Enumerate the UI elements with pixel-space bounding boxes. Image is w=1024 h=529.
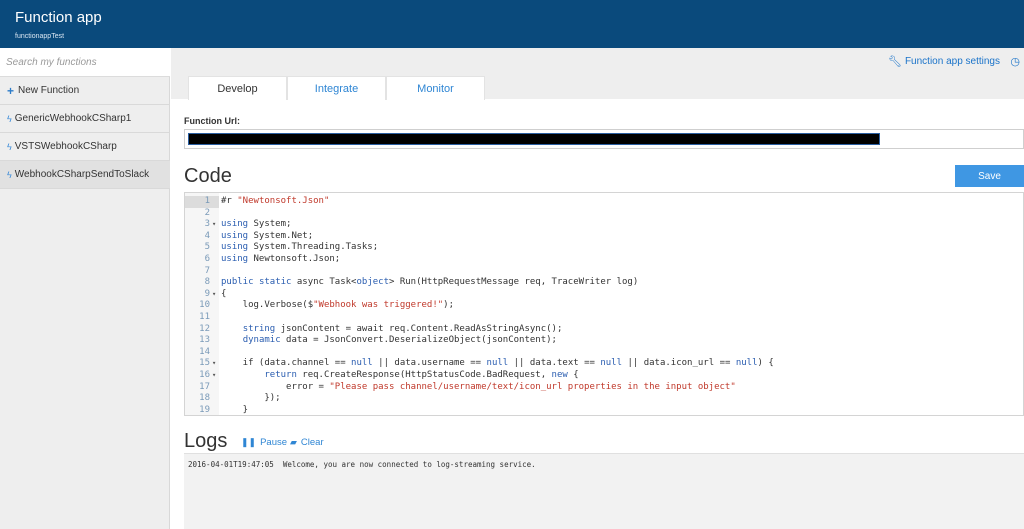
code-text: public static async Task<object> Run(Htt…: [221, 277, 639, 288]
line-number: 2: [204, 207, 210, 218]
code-text: using System.Threading.Tasks;: [221, 242, 379, 253]
code-line[interactable]: 2: [185, 207, 1023, 220]
fold-arrow-icon[interactable]: ▾: [212, 219, 216, 231]
code-text: string jsonContent = await req.Content.R…: [242, 323, 563, 334]
redacted-url: [188, 133, 880, 145]
line-number: 5: [204, 242, 210, 253]
code-line[interactable]: 12 string jsonContent = await req.Conten…: [185, 323, 1023, 336]
code-text: #r "Newtonsoft.Json": [221, 196, 330, 206]
fold-arrow-icon[interactable]: ▾: [212, 370, 216, 382]
line-number: 6: [204, 254, 210, 264]
line-number: 8: [204, 277, 210, 288]
search-input[interactable]: [0, 48, 170, 76]
wrench-icon: 🔧︎: [887, 56, 902, 68]
code-text: using System;: [221, 219, 292, 230]
line-number: 3: [204, 219, 210, 230]
code-text: error = "Please pass channel/username/te…: [221, 381, 736, 392]
new-function-label: New Function: [18, 85, 80, 96]
sidebar-item-function-selected[interactable]: ϟ WebhookCSharpSendToSlack: [0, 161, 170, 189]
code-line[interactable]: 3 ▾ using System;: [185, 219, 1023, 231]
code-line[interactable]: 9 ▾ {: [185, 288, 1023, 301]
line-number: 9: [204, 288, 210, 299]
sidebar-item-function[interactable]: ϟ GenericWebhookCSharp1: [0, 105, 170, 133]
code-line[interactable]: 15 ▾ if (data.channel == null || data.use…: [185, 358, 1023, 370]
plus-icon: +: [7, 83, 15, 98]
sidebar-item-function[interactable]: ϟ VSTSWebhookCSharp: [0, 133, 170, 161]
code-line[interactable]: 13 dynamic data = JsonConvert.Deserializ…: [185, 335, 1023, 347]
clear-button[interactable]: ▰ Clear: [290, 437, 324, 448]
code-line[interactable]: 19 }: [185, 404, 1023, 415]
bolt-icon: ϟ: [7, 141, 12, 152]
code-heading: Code: [184, 165, 232, 187]
save-button[interactable]: Save: [955, 165, 1024, 187]
line-number: 13: [199, 335, 210, 346]
line-number: 12: [199, 323, 210, 334]
pause-icon: ❚❚: [241, 437, 257, 447]
code-text: });: [221, 393, 281, 404]
tab-develop[interactable]: Develop: [188, 76, 287, 100]
settings-label: Function app settings: [904, 56, 1000, 67]
line-number: 18: [199, 393, 210, 404]
line-number: 1: [204, 196, 210, 206]
fold-arrow-icon[interactable]: ▾: [212, 289, 216, 301]
clear-icon: ▰: [290, 437, 297, 447]
function-url-field[interactable]: [184, 129, 1024, 149]
code-line[interactable]: 6 using Newtonsoft.Json;: [185, 254, 1023, 266]
code-line[interactable]: 7: [185, 265, 1023, 278]
function-name: GenericWebhookCSharp1: [14, 113, 132, 124]
line-number: 15: [199, 358, 210, 369]
line-number: 19: [199, 404, 210, 415]
line-number: 14: [199, 346, 210, 357]
code-text: log.Verbose($"Webhook was triggered!");: [221, 300, 455, 311]
code-line[interactable]: 4 using System.Net;: [185, 230, 1023, 243]
pause-label: Pause: [260, 437, 288, 448]
bolt-icon: ϟ: [7, 169, 12, 180]
code-text: }: [221, 404, 249, 415]
function-app-settings-link[interactable]: 🔧︎ Function app settings: [888, 55, 1000, 68]
search-box[interactable]: [0, 48, 170, 77]
code-line[interactable]: 8 public static async Task<object> Run(Ht…: [185, 277, 1023, 289]
line-number: 4: [204, 230, 210, 241]
code-text: using Newtonsoft.Json;: [221, 254, 341, 264]
code-line[interactable]: 18 });: [185, 393, 1023, 405]
code-line[interactable]: 17 error = "Please pass channel/username…: [185, 381, 1023, 394]
app-subtitle: functionappTest: [15, 33, 65, 40]
pause-button[interactable]: ❚❚ Pause: [241, 437, 287, 448]
app-title: Function app: [15, 9, 102, 26]
tab-monitor[interactable]: Monitor: [386, 76, 485, 100]
code-line[interactable]: 14: [185, 346, 1023, 359]
code-text: {: [221, 288, 227, 299]
function-name: WebhookCSharpSendToSlack: [14, 169, 150, 180]
code-text: if (data.channel == null || data.usernam…: [221, 358, 774, 369]
line-number: 17: [199, 381, 210, 392]
function-app-portal: Function app functionappTest + New Funct…: [0, 0, 1024, 529]
code-text: return req.CreateResponse(HttpStatusCode…: [264, 370, 579, 380]
line-number: 16: [199, 370, 210, 380]
code-line[interactable]: 10 log.Verbose($"Webhook was triggered!"…: [185, 300, 1023, 312]
top-header: Function app functionappTest: [0, 0, 1024, 48]
function-name: VSTSWebhookCSharp: [14, 141, 117, 152]
code-line[interactable]: 5 using System.Threading.Tasks;: [185, 242, 1023, 254]
clock-icon[interactable]: ◷: [1010, 55, 1020, 68]
line-number: 7: [204, 265, 210, 276]
line-number: 10: [199, 300, 210, 311]
code-editor[interactable]: 1 #r "Newtonsoft.Json" 2 3 ▾ using System; 4 us…: [184, 192, 1024, 416]
sidebar: + New Function ϟ GenericWebhookCSharp1 ϟ…: [0, 48, 170, 529]
new-function-button[interactable]: + New Function: [0, 77, 170, 105]
code-line[interactable]: 1 #r "Newtonsoft.Json": [185, 196, 1023, 208]
bolt-icon: ϟ: [7, 113, 12, 124]
function-url-label: Function Url:: [184, 116, 240, 126]
line-number: 11: [199, 312, 210, 322]
tab-bar: Develop Integrate Monitor: [188, 76, 485, 100]
log-entry: 2016-04-01T19:47:05 Welcome, you are now…: [188, 460, 536, 469]
code-text: using System.Net;: [221, 230, 314, 241]
logs-heading: Logs: [184, 430, 228, 452]
clear-label: Clear: [300, 437, 324, 448]
code-line[interactable]: 16 ▾ return req.CreateResponse(HttpStatus…: [185, 370, 1023, 382]
fold-arrow-icon[interactable]: ▾: [212, 358, 216, 370]
log-output[interactable]: 2016-04-01T19:47:05 Welcome, you are now…: [184, 453, 1024, 529]
code-line[interactable]: 11: [185, 312, 1023, 324]
code-text: dynamic data = JsonConvert.DeserializeOb…: [242, 335, 557, 346]
tab-integrate[interactable]: Integrate: [287, 76, 386, 100]
